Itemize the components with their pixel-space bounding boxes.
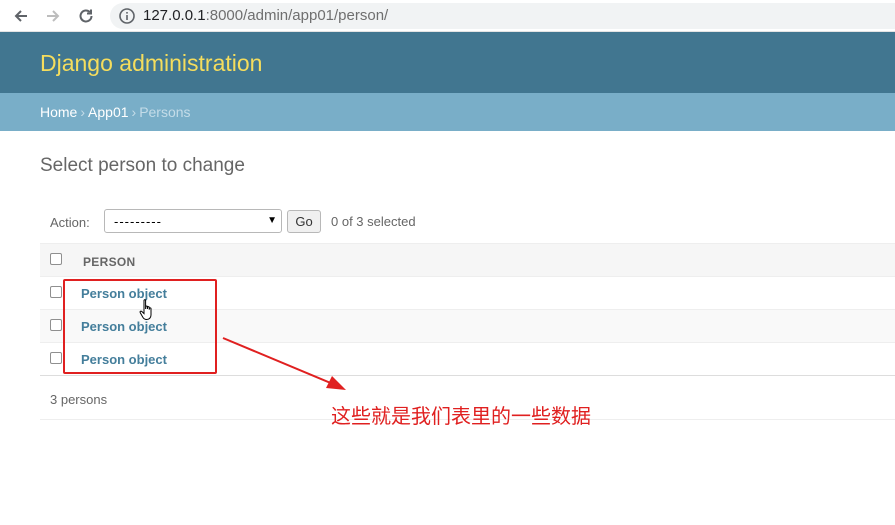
- browser-toolbar: 127.0.0.1:8000/admin/app01/person/: [0, 0, 895, 32]
- address-bar[interactable]: 127.0.0.1:8000/admin/app01/person/: [110, 3, 895, 29]
- arrow-left-icon: [14, 10, 27, 22]
- actions-bar: Action: --------- ▼ Go 0 of 3 selected: [40, 201, 895, 243]
- page-title: Select person to change: [40, 155, 245, 176]
- row-checkbox[interactable]: [50, 319, 62, 331]
- site-header: Django administration: [0, 32, 895, 93]
- action-label: Action:: [50, 215, 90, 230]
- breadcrumb-current: Persons: [139, 104, 191, 120]
- selection-count: 0 of 3 selected: [331, 214, 416, 229]
- breadcrumb: Home › App01 › Persons: [0, 93, 895, 131]
- action-select-value: ---------: [114, 214, 162, 229]
- action-select[interactable]: --------- ▼: [104, 209, 282, 233]
- reload-button[interactable]: [74, 4, 98, 28]
- annotation-text: 这些就是我们表里的一些数据: [331, 404, 591, 428]
- row-checkbox[interactable]: [50, 286, 62, 298]
- url-host: 127.0.0.1: [143, 7, 206, 24]
- table-header-row: PERSON: [40, 243, 895, 277]
- breadcrumb-separator: ›: [131, 104, 137, 120]
- back-button[interactable]: [9, 4, 33, 28]
- result-count: 3 persons: [50, 392, 108, 407]
- site-title[interactable]: Django administration: [40, 49, 262, 77]
- url-text: 127.0.0.1:8000/admin/app01/person/: [143, 7, 388, 25]
- column-header-person[interactable]: PERSON: [83, 255, 135, 269]
- forward-button[interactable]: [41, 4, 65, 28]
- row-checkbox[interactable]: [50, 352, 62, 364]
- go-button[interactable]: Go: [287, 210, 321, 233]
- breadcrumb-home[interactable]: Home: [40, 104, 77, 120]
- info-icon[interactable]: [118, 7, 136, 25]
- arrow-right-icon: [47, 10, 60, 22]
- breadcrumb-app[interactable]: App01: [88, 104, 128, 120]
- breadcrumb-separator: ›: [80, 104, 86, 120]
- select-all-checkbox[interactable]: [50, 253, 62, 265]
- reload-icon: [79, 9, 93, 23]
- url-path: :8000/admin/app01/person/: [205, 7, 389, 24]
- triangle-down-icon: ▼: [267, 215, 277, 226]
- annotation-highlight-box: [63, 279, 217, 374]
